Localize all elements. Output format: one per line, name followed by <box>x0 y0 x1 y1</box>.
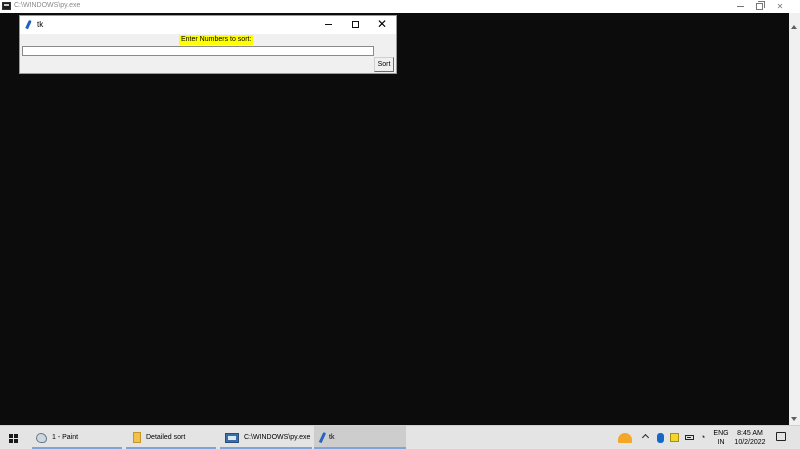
bluetooth-icon[interactable] <box>657 433 664 443</box>
console-scrollbar[interactable] <box>789 13 800 425</box>
show-hidden-icons-chevron-icon[interactable] <box>641 433 650 442</box>
clock-date: 10/2/2022 <box>734 439 766 446</box>
console-title: C:\WINDOWS\py.exe <box>14 2 81 9</box>
taskbar-item-label: C:\WINDOWS\py.exe <box>244 434 311 441</box>
scroll-up-arrow-icon[interactable] <box>791 25 797 29</box>
sticky-notes-icon[interactable] <box>670 433 679 442</box>
windows-logo-icon <box>9 434 13 438</box>
language-code: ENG <box>713 430 729 437</box>
paint-icon <box>36 432 47 443</box>
input-language-indicator[interactable]: ENG IN <box>713 429 729 447</box>
scroll-down-arrow-icon[interactable] <box>791 417 797 421</box>
taskbar-item-label: Detailed sort <box>146 434 186 441</box>
taskbar-item-paint[interactable]: 1 - Paint <box>32 426 122 449</box>
taskbar-item-py-exe[interactable]: C:\WINDOWS\py.exe <box>220 426 312 449</box>
tk-close-button[interactable]: ✕ <box>377 17 387 31</box>
region-code: IN <box>717 439 725 446</box>
tk-feather-icon <box>25 19 32 30</box>
tk-titlebar[interactable]: tk ✕ <box>20 16 396 34</box>
tk-window-title: tk <box>37 20 44 29</box>
console-close-button[interactable]: ✕ <box>768 0 792 13</box>
console-app-icon <box>2 2 11 10</box>
tk-feather-icon <box>318 431 327 444</box>
notification-center-icon[interactable] <box>776 432 786 441</box>
taskbar-item-detailed-sort[interactable]: Detailed sort <box>126 426 216 449</box>
taskbar-item-label: tk <box>329 434 335 441</box>
enter-numbers-label: Enter Numbers to sort: <box>179 35 254 45</box>
tk-minimize-button[interactable] <box>325 24 332 25</box>
folder-icon <box>133 432 141 443</box>
console-titlebar: C:\WINDOWS\py.exe ✕ <box>0 0 800 13</box>
battery-icon[interactable] <box>685 435 694 440</box>
sort-button[interactable]: Sort <box>374 57 394 72</box>
wifi-icon[interactable]: ◔ <box>700 432 705 442</box>
taskbar-item-label: 1 - Paint <box>52 434 79 441</box>
numbers-input[interactable] <box>22 46 374 56</box>
system-clock[interactable]: 8:45 AM 10/2/2022 <box>734 429 766 447</box>
clock-time: 8:45 AM <box>737 430 763 437</box>
start-button[interactable] <box>9 434 19 444</box>
tk-maximize-button[interactable] <box>352 21 359 28</box>
weather-icon[interactable] <box>618 433 632 443</box>
python-console-icon <box>225 432 239 443</box>
tk-window: tk ✕ Enter Numbers to sort: Sort <box>19 15 397 74</box>
taskbar: 1 - Paint Detailed sort C:\WINDOWS\py.ex… <box>0 425 800 449</box>
taskbar-item-tk[interactable]: tk <box>314 426 406 449</box>
